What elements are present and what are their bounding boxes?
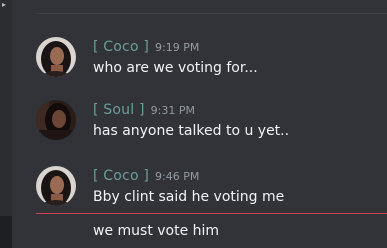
message-text: has anyone talked to u yet.. (93, 123, 290, 139)
message-item: [ Soul ] 9:31 PM has anyone talked to u y… (36, 100, 387, 142)
message-text: we must vote him (93, 223, 220, 239)
username[interactable]: [ Soul ] (93, 102, 145, 118)
message-header: [ Coco ] 9:19 PM (93, 37, 199, 55)
avatar-image (36, 37, 76, 77)
avatar-image (36, 100, 76, 140)
avatar[interactable] (36, 166, 76, 206)
new-messages-divider (36, 213, 387, 214)
timestamp: 9:46 PM (155, 170, 200, 183)
left-scroll-strip: ▸ (0, 0, 12, 248)
message-header: [ Soul ] 9:31 PM (93, 100, 195, 118)
username[interactable]: [ Coco ] (93, 39, 149, 55)
message-text: who are we voting for... (93, 60, 258, 76)
scrollbar-thumb[interactable] (0, 216, 12, 248)
timestamp: 9:19 PM (155, 41, 200, 54)
avatar-image (36, 166, 76, 206)
message-header: [ Coco ] 9:46 PM (93, 166, 199, 184)
chevron-right-icon[interactable]: ▸ (2, 1, 6, 9)
message-item: [ Coco ] 9:19 PM who are we voting for... (36, 37, 387, 79)
message-divider (36, 13, 387, 14)
timestamp: 9:31 PM (150, 104, 195, 117)
avatar[interactable] (36, 100, 76, 140)
username[interactable]: [ Coco ] (93, 168, 149, 184)
message-text: Bby clint said he voting me (93, 189, 285, 205)
message-item: [ Coco ] 9:46 PM Bby clint said he voting… (36, 166, 387, 242)
avatar[interactable] (36, 37, 76, 77)
